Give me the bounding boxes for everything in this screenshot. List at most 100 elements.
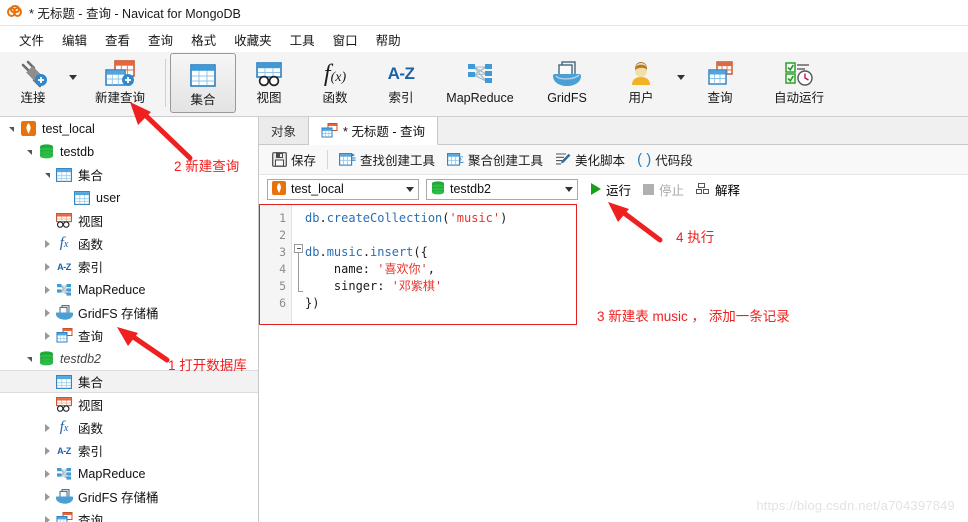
expander-open-icon[interactable] (40, 163, 54, 186)
tree-node-索引[interactable]: A-Z 索引 (0, 255, 258, 278)
tree-node-索引[interactable]: A-Z 索引 (0, 439, 258, 462)
view-icon (236, 57, 302, 91)
expander-closed-icon[interactable] (40, 255, 54, 278)
menu-item-favorites[interactable]: 收藏夹 (225, 27, 281, 52)
aggregate-builder-button[interactable]: Σ 聚合创建工具 (441, 147, 549, 172)
code-token: : (362, 262, 378, 276)
query-icon (687, 57, 753, 91)
tree-node-test_local[interactable]: test_local (0, 117, 258, 140)
tree-node-label: GridFS 存储桶 (78, 491, 159, 505)
tree-node-label: 函数 (78, 238, 104, 252)
code-snippet-button[interactable]: ( ) 代码段 (631, 147, 699, 172)
menu-item-edit[interactable]: 编辑 (53, 27, 96, 52)
annotation-label-2: 2 新建查询 (174, 159, 240, 174)
expander-closed-icon[interactable] (40, 278, 54, 301)
window-title: * 无标题 - 查询 - Navicat for MongoDB (29, 7, 241, 21)
toolbar-separator (165, 59, 166, 107)
menu-item-query[interactable]: 查询 (139, 27, 182, 52)
menu-item-file[interactable]: 文件 (10, 27, 53, 52)
expander-open-icon[interactable] (4, 117, 18, 140)
code-fold-column[interactable] (292, 205, 305, 324)
tree-node-查询[interactable]: 查询 (0, 508, 258, 522)
mapreduce-icon (434, 57, 526, 91)
tree-node-查询[interactable]: 查询 (0, 324, 258, 347)
chevron-down-icon (402, 186, 418, 192)
chevron-down-icon (68, 74, 77, 80)
toolbar-button-function[interactable]: f(x) 函数 (302, 52, 368, 114)
database-select[interactable]: testdb2 (426, 178, 578, 200)
expander-closed-icon[interactable] (40, 301, 54, 324)
tree-node-label: 集合 (78, 169, 104, 183)
expander-open-icon[interactable] (22, 347, 36, 370)
menu-item-view[interactable]: 查看 (96, 27, 139, 52)
tree-node-视图[interactable]: 视图 (0, 393, 258, 416)
tree-node-函数[interactable]: fx 函数 (0, 232, 258, 255)
code-token: '喜欢你' (377, 262, 428, 276)
tree-node-函数[interactable]: fx 函数 (0, 416, 258, 439)
tab-untitled-query[interactable]: * 无标题 - 查询 (309, 117, 438, 145)
toolbar-button-view[interactable]: 视图 (236, 52, 302, 114)
tree-node-mapreduce[interactable]: MapReduce (0, 278, 258, 301)
menu-item-help[interactable]: 帮助 (367, 27, 410, 52)
tab-objects[interactable]: 对象 (259, 117, 310, 144)
tree-node-gridfs-存储桶[interactable]: GridFS 存储桶 (0, 301, 258, 324)
toolbar-label-user: 用户 (628, 91, 654, 105)
expander-closed-icon[interactable] (40, 462, 54, 485)
toolbar-button-new-query[interactable]: 新建查询 (79, 52, 161, 114)
query-tab-icon (321, 123, 338, 138)
expander-closed-icon[interactable] (40, 508, 54, 522)
tree-node-label: 查询 (78, 514, 104, 522)
line-number: 2 (279, 228, 286, 242)
menu-item-window[interactable]: 窗口 (324, 27, 367, 52)
connection-dropdown-caret[interactable] (66, 52, 79, 114)
code-text-area[interactable]: db.createCollection('music') db.music.in… (305, 205, 576, 324)
query-toolbar: 保存 查找创建工具 Σ 聚合创建工具 美化脚本 () 代码段 (259, 145, 968, 175)
run-button[interactable]: 运行 (585, 178, 637, 201)
mongo-connection-icon (272, 180, 286, 198)
expander-closed-icon[interactable] (40, 324, 54, 347)
expander-closed-icon[interactable] (40, 439, 54, 462)
tree-node-mapreduce[interactable]: MapReduce (0, 462, 258, 485)
expander-closed-icon[interactable] (40, 416, 54, 439)
tree-node-label: testdb2 (60, 351, 102, 366)
beautify-script-button[interactable]: 美化脚本 (549, 147, 631, 172)
toolbar-button-collection[interactable]: 集合 (170, 53, 236, 113)
tree-node-gridfs-存储桶[interactable]: GridFS 存储桶 (0, 485, 258, 508)
toolbar-button-user[interactable]: 用户 (608, 52, 674, 114)
code-snippet-icon: ( ) (637, 151, 652, 168)
menu-item-format[interactable]: 格式 (182, 27, 225, 52)
code-editor[interactable]: 123456 db.createCollection('music') db.m… (259, 204, 577, 325)
query-toolbar-separator (327, 150, 329, 169)
toolbar-button-query[interactable]: 查询 (687, 52, 753, 114)
line-number: 1 (279, 211, 286, 225)
toolbar-label-view: 视图 (256, 91, 282, 105)
save-label: 保存 (291, 154, 317, 168)
toolbar-button-connection[interactable]: 连接 (0, 52, 66, 114)
tree-node-user[interactable]: user (0, 186, 258, 209)
fold-toggle-icon[interactable] (294, 244, 303, 253)
object-tree-sidebar[interactable]: test_local testdb 集合 user 视图 fx 函数 A-Z 索引 MapRedu… (0, 117, 259, 522)
toolbar-label-new-query: 新建查询 (94, 91, 145, 105)
code-token: '邓紫棋' (391, 279, 443, 293)
line-number-gutter: 1 2 3 4 5 6 (260, 205, 292, 324)
explain-button[interactable]: 解释 (690, 178, 746, 201)
toolbar-button-gridfs[interactable]: GridFS (526, 52, 608, 114)
tree-node-视图[interactable]: 视图 (0, 209, 258, 232)
toolbar-button-index[interactable]: A-Z 索引 (368, 52, 434, 114)
toolbar-button-automation[interactable]: 自动运行 (753, 52, 845, 114)
save-button[interactable]: 保存 (266, 147, 322, 172)
navicat-window: * 无标题 - 查询 - Navicat for MongoDB 文件 编辑 查… (0, 0, 968, 522)
tab-untitled-query-label: * 无标题 - 查询 (343, 125, 425, 139)
expander-closed-icon[interactable] (40, 485, 54, 508)
code-line: db.music.insert({ (305, 244, 576, 261)
expander-closed-icon[interactable] (40, 232, 54, 255)
stop-button[interactable]: 停止 (637, 178, 690, 201)
toolbar-button-mapreduce[interactable]: MapReduce (434, 52, 526, 114)
menu-item-tools[interactable]: 工具 (281, 27, 324, 52)
gridfs-icon (54, 488, 74, 506)
connection-select[interactable]: test_local (267, 178, 419, 200)
toolbar-label-automation: 自动运行 (773, 91, 824, 105)
expander-open-icon[interactable] (22, 140, 36, 163)
find-builder-button[interactable]: 查找创建工具 (333, 147, 441, 172)
user-dropdown-caret[interactable] (674, 52, 687, 114)
